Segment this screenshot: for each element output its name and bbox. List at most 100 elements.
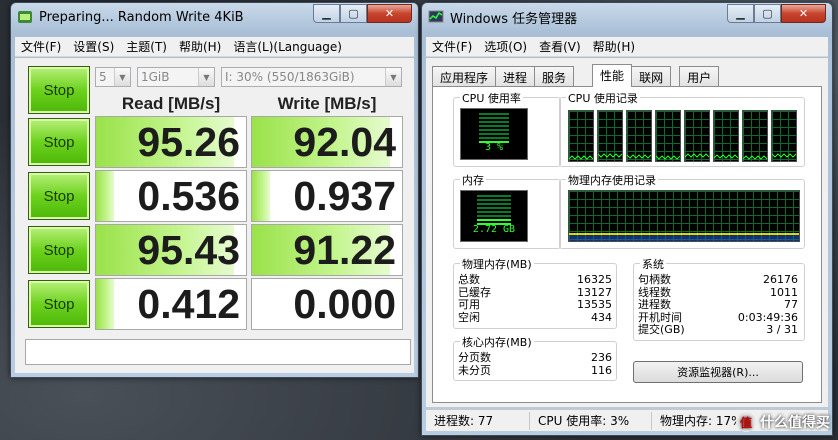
kv-row: 总数 16325: [458, 273, 612, 287]
kv-value: 434: [591, 310, 612, 324]
memory-gauge: 2.72 GB: [460, 190, 528, 242]
tab-services[interactable]: 服务: [534, 66, 575, 86]
cdm-menu-help[interactable]: 帮助(H): [173, 38, 227, 55]
write-result-row-1: 92.04: [251, 116, 403, 168]
tm-tabs: 应用程序 进程 服务 性能 联网 用户: [432, 64, 720, 87]
cpu-usage-value: 3 %: [484, 142, 504, 153]
cdm-status-field: [25, 339, 411, 365]
stop-button-row-4[interactable]: Stop: [28, 280, 90, 328]
tm-client-area: 应用程序 进程 服务 性能 联网 用户 CPU 使用率 3 % CPU 使用记录: [426, 58, 828, 407]
memory-history-fill: [569, 235, 799, 241]
kv-row: 进程数 77: [638, 298, 798, 312]
tm-menu-view[interactable]: 查看(V): [533, 38, 587, 55]
maximize-button[interactable]: ▢: [340, 4, 367, 23]
cpu-usage-title: CPU 使用率: [460, 90, 523, 106]
watermark-text: 什么值得买: [760, 415, 830, 431]
kv-label: 总数: [458, 273, 480, 286]
memory-history-group: 物理内存使用记录: [559, 172, 805, 249]
stop-label: Stop: [43, 295, 75, 313]
watermark: 值 什么值得买: [736, 412, 830, 432]
close-button[interactable]: ✕: [781, 4, 826, 23]
kv-value: 236: [591, 351, 612, 364]
kv-label: 进程数: [638, 298, 671, 311]
tab-applications[interactable]: 应用程序: [432, 66, 497, 86]
resource-monitor-button[interactable]: 资源监视器(R)...: [633, 361, 803, 383]
kv-label: 句柄数: [638, 273, 671, 286]
stop-button-row-1[interactable]: Stop: [28, 118, 90, 166]
tm-menu-help[interactable]: 帮助(H): [587, 38, 641, 55]
kv-row: 未分页 116: [458, 363, 612, 378]
read-bar-row-4: [96, 279, 114, 329]
kv-row: 空闲 434: [458, 310, 612, 325]
write-bar-row-2: [252, 171, 270, 221]
cdm-menu-language[interactable]: 语言(L)(Language): [227, 38, 348, 55]
memory-history-title: 物理内存使用记录: [566, 172, 658, 188]
kernel-memory-list: 分页数 236 未分页 116: [458, 351, 612, 378]
cpu-core-graph: [742, 110, 768, 162]
performance-panel: CPU 使用率 3 % CPU 使用记录 内存 2.72 GB 物理内存使用记录…: [432, 86, 822, 403]
kv-label: 未分页: [458, 363, 491, 377]
minimize-button[interactable]: ▁: [727, 4, 754, 23]
cdm-caption-buttons: ▁ ▢ ✕: [313, 4, 412, 23]
count-select[interactable]: 5 ▼: [95, 67, 131, 87]
stop-all-button[interactable]: Stop: [28, 66, 90, 114]
cdm-menu-settings[interactable]: 设置(S): [67, 38, 120, 55]
cdm-menu-theme[interactable]: 主题(T): [120, 38, 173, 55]
cdm-client-area: Stop 5 ▼ 1GiB ▼ I: 30% (550/1863GiB) ▼ Read…: [15, 58, 414, 373]
cpu-usage-gauge: 3 %: [460, 108, 528, 160]
read-bar-row-2: [96, 171, 114, 221]
close-button[interactable]: ✕: [367, 4, 412, 23]
write-result-row-4: 0.000: [251, 278, 403, 330]
crystaldiskmark-window: Preparing... Random Write 4KiB ▁ ▢ ✕ 文件(…: [10, 2, 419, 378]
write-result-row-3: 91.22: [251, 224, 403, 276]
kernel-memory-group: 核心内存(MB) 分页数 236 未分页 116: [453, 334, 617, 381]
physical-memory-group: 物理内存(MB) 总数 16325 已缓存 13127 可用 13535 空闲 434: [453, 256, 617, 329]
cdm-menubar: 文件(F) 设置(S) 主题(T) 帮助(H) 语言(L)(Language): [15, 37, 414, 57]
system-title: 系统: [640, 256, 666, 272]
kv-value: 3 / 31: [766, 323, 798, 336]
task-manager-icon: [428, 9, 444, 25]
read-value-row-2: 0.536: [137, 173, 240, 219]
cpu-core-graph: [655, 110, 681, 162]
cpu-history-group: CPU 使用记录: [559, 90, 805, 167]
drive-select-value: I: 30% (550/1863GiB): [225, 70, 355, 84]
stop-all-label: Stop: [43, 81, 75, 99]
write-value-row-4: 0.000: [293, 281, 396, 327]
tm-caption-buttons: ▁ ▢ ✕: [727, 4, 826, 23]
stop-button-row-2[interactable]: Stop: [28, 172, 90, 220]
chevron-down-icon: ▼: [114, 68, 130, 86]
status-processes: 进程数: 77: [426, 411, 530, 430]
stop-button-row-3[interactable]: Stop: [28, 226, 90, 274]
maximize-button[interactable]: ▢: [754, 4, 781, 23]
read-value-row-4: 0.412: [137, 281, 240, 327]
tm-window-title: Windows 任务管理器: [450, 11, 578, 27]
tab-processes[interactable]: 进程: [495, 66, 536, 86]
tab-performance[interactable]: 性能: [592, 64, 633, 87]
cpu-core-graph: [597, 110, 623, 162]
cdm-window-title: Preparing... Random Write 4KiB: [39, 9, 244, 25]
cpu-core-graph: [771, 110, 797, 162]
drive-select[interactable]: I: 30% (550/1863GiB) ▼: [221, 67, 402, 87]
write-result-row-2: 0.937: [251, 170, 403, 222]
stop-label: Stop: [43, 133, 75, 151]
tab-users[interactable]: 用户: [679, 66, 720, 86]
write-value-row-1: 92.04: [293, 119, 396, 165]
kv-value: 77: [784, 298, 798, 311]
read-result-row-1: 95.26: [95, 116, 247, 168]
watermark-logo-icon: 值: [736, 412, 756, 432]
kv-label: 空闲: [458, 310, 480, 324]
cdm-app-icon: [17, 9, 33, 25]
cdm-menu-file[interactable]: 文件(F): [15, 38, 67, 55]
size-select[interactable]: 1GiB ▼: [137, 67, 215, 87]
tab-networking[interactable]: 联网: [631, 66, 672, 86]
read-result-row-3: 95.43: [95, 224, 247, 276]
kv-row: 句柄数 26176: [638, 273, 798, 287]
kv-label: 分页数: [458, 351, 491, 364]
stop-label: Stop: [43, 187, 75, 205]
status-cpu-usage: CPU 使用率: 3%: [530, 411, 652, 430]
cpu-usage-group: CPU 使用率 3 %: [453, 90, 561, 167]
tm-menu-file[interactable]: 文件(F): [426, 38, 478, 55]
minimize-button[interactable]: ▁: [313, 4, 340, 23]
tm-menu-options[interactable]: 选项(O): [478, 38, 533, 55]
kv-row: 提交(GB) 3 / 31: [638, 323, 798, 337]
